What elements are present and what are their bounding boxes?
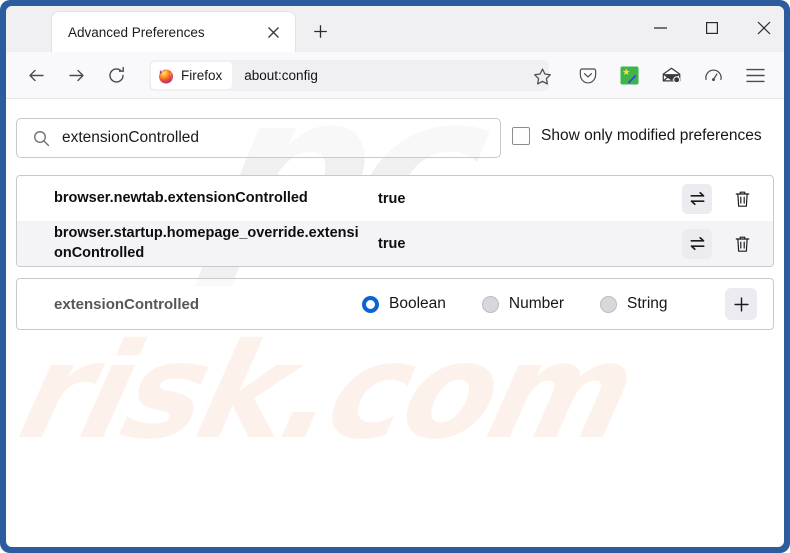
row-actions (682, 228, 757, 259)
delete-preference-button[interactable] (727, 184, 757, 214)
preference-type-options: Boolean Number String (362, 295, 668, 313)
add-preference-row: extensionControlled Boolean Number Strin… (16, 278, 774, 330)
preference-value: true (378, 190, 406, 207)
mail-icon (661, 65, 682, 86)
search-preference-box[interactable] (16, 118, 501, 158)
tab-title: Advanced Preferences (68, 24, 205, 40)
table-row[interactable]: browser.newtab.extensionControlled true (17, 176, 773, 221)
window-minimize-button[interactable] (638, 12, 682, 44)
minimize-icon (653, 27, 667, 29)
browser-window: pc risk.com Advanced Preferences Firefox… (6, 6, 784, 547)
tab-strip: Advanced Preferences (6, 6, 784, 52)
trash-icon (734, 235, 751, 253)
firefox-logo-icon (158, 68, 174, 84)
new-preference-name: extensionControlled (54, 295, 200, 313)
show-modified-checkbox[interactable] (512, 127, 530, 145)
pocket-icon (578, 66, 598, 86)
preference-name: browser.newtab.extensionControlled (54, 189, 308, 206)
extension-magic-wand-icon (620, 66, 639, 85)
preference-name: browser.startup.homepage_override.extens… (54, 224, 359, 261)
maximize-icon (706, 22, 718, 34)
tab-advanced-preferences[interactable]: Advanced Preferences (51, 11, 296, 52)
type-option-boolean[interactable]: Boolean (362, 295, 446, 313)
radio-string[interactable] (600, 295, 618, 313)
window-close-button[interactable] (742, 12, 784, 44)
reload-button[interactable] (100, 59, 132, 91)
bookmark-button[interactable] (529, 63, 555, 89)
search-row: Show only modified preferences (6, 118, 784, 158)
url-text: about:config (244, 68, 318, 83)
gauge-icon (703, 65, 724, 86)
about-config-page: Show only modified preferences browser.n… (6, 99, 784, 547)
star-icon (533, 67, 552, 86)
navigation-toolbar: Firefox about:config (6, 52, 784, 99)
pocket-button[interactable] (572, 60, 603, 91)
type-option-string[interactable]: String (600, 295, 668, 313)
radio-number[interactable] (481, 295, 499, 313)
type-label-boolean: Boolean (389, 295, 446, 312)
add-preference-button[interactable] (725, 288, 757, 320)
brand-label: Firefox (181, 68, 223, 83)
new-tab-button[interactable] (306, 17, 334, 45)
arrow-left-icon (27, 66, 46, 85)
browser-window-frame: pc risk.com Advanced Preferences Firefox… (0, 0, 790, 553)
preferences-table: browser.newtab.extensionControlled true (16, 175, 774, 267)
radio-boolean[interactable] (362, 295, 379, 313)
close-icon (757, 21, 771, 35)
window-maximize-button[interactable] (690, 12, 734, 44)
trash-icon (734, 190, 751, 208)
toggle-preference-button[interactable] (682, 228, 712, 259)
firefox-brand-chip: Firefox (151, 62, 233, 89)
gauge-button[interactable] (698, 60, 729, 91)
close-icon[interactable] (261, 20, 285, 44)
show-modified-label: Show only modified preferences (541, 127, 762, 144)
toggle-preference-button[interactable] (682, 183, 712, 214)
arrow-right-icon (67, 66, 86, 85)
show-modified-filter[interactable]: Show only modified preferences (512, 127, 784, 145)
plus-icon (733, 296, 750, 313)
toggle-swap-icon (689, 235, 706, 252)
type-label-number: Number (508, 295, 565, 312)
address-bar[interactable]: Firefox about:config (149, 60, 549, 91)
delete-preference-button[interactable] (727, 229, 757, 259)
row-actions (682, 183, 757, 214)
forward-button[interactable] (60, 59, 92, 91)
table-row[interactable]: browser.startup.homepage_override.extens… (17, 221, 773, 266)
search-icon (33, 130, 50, 147)
hamburger-menu-icon (746, 68, 765, 83)
back-button[interactable] (20, 59, 52, 91)
hamburger-menu-button[interactable] (740, 60, 771, 91)
type-label-string: String (627, 295, 668, 312)
reload-icon (107, 66, 126, 85)
extension-button[interactable] (614, 60, 645, 91)
toggle-swap-icon (689, 190, 706, 207)
mail-button[interactable] (656, 60, 687, 91)
preference-value: true (378, 235, 406, 252)
type-option-number[interactable]: Number (481, 295, 565, 313)
plus-icon (313, 24, 328, 39)
search-input[interactable] (62, 129, 500, 147)
